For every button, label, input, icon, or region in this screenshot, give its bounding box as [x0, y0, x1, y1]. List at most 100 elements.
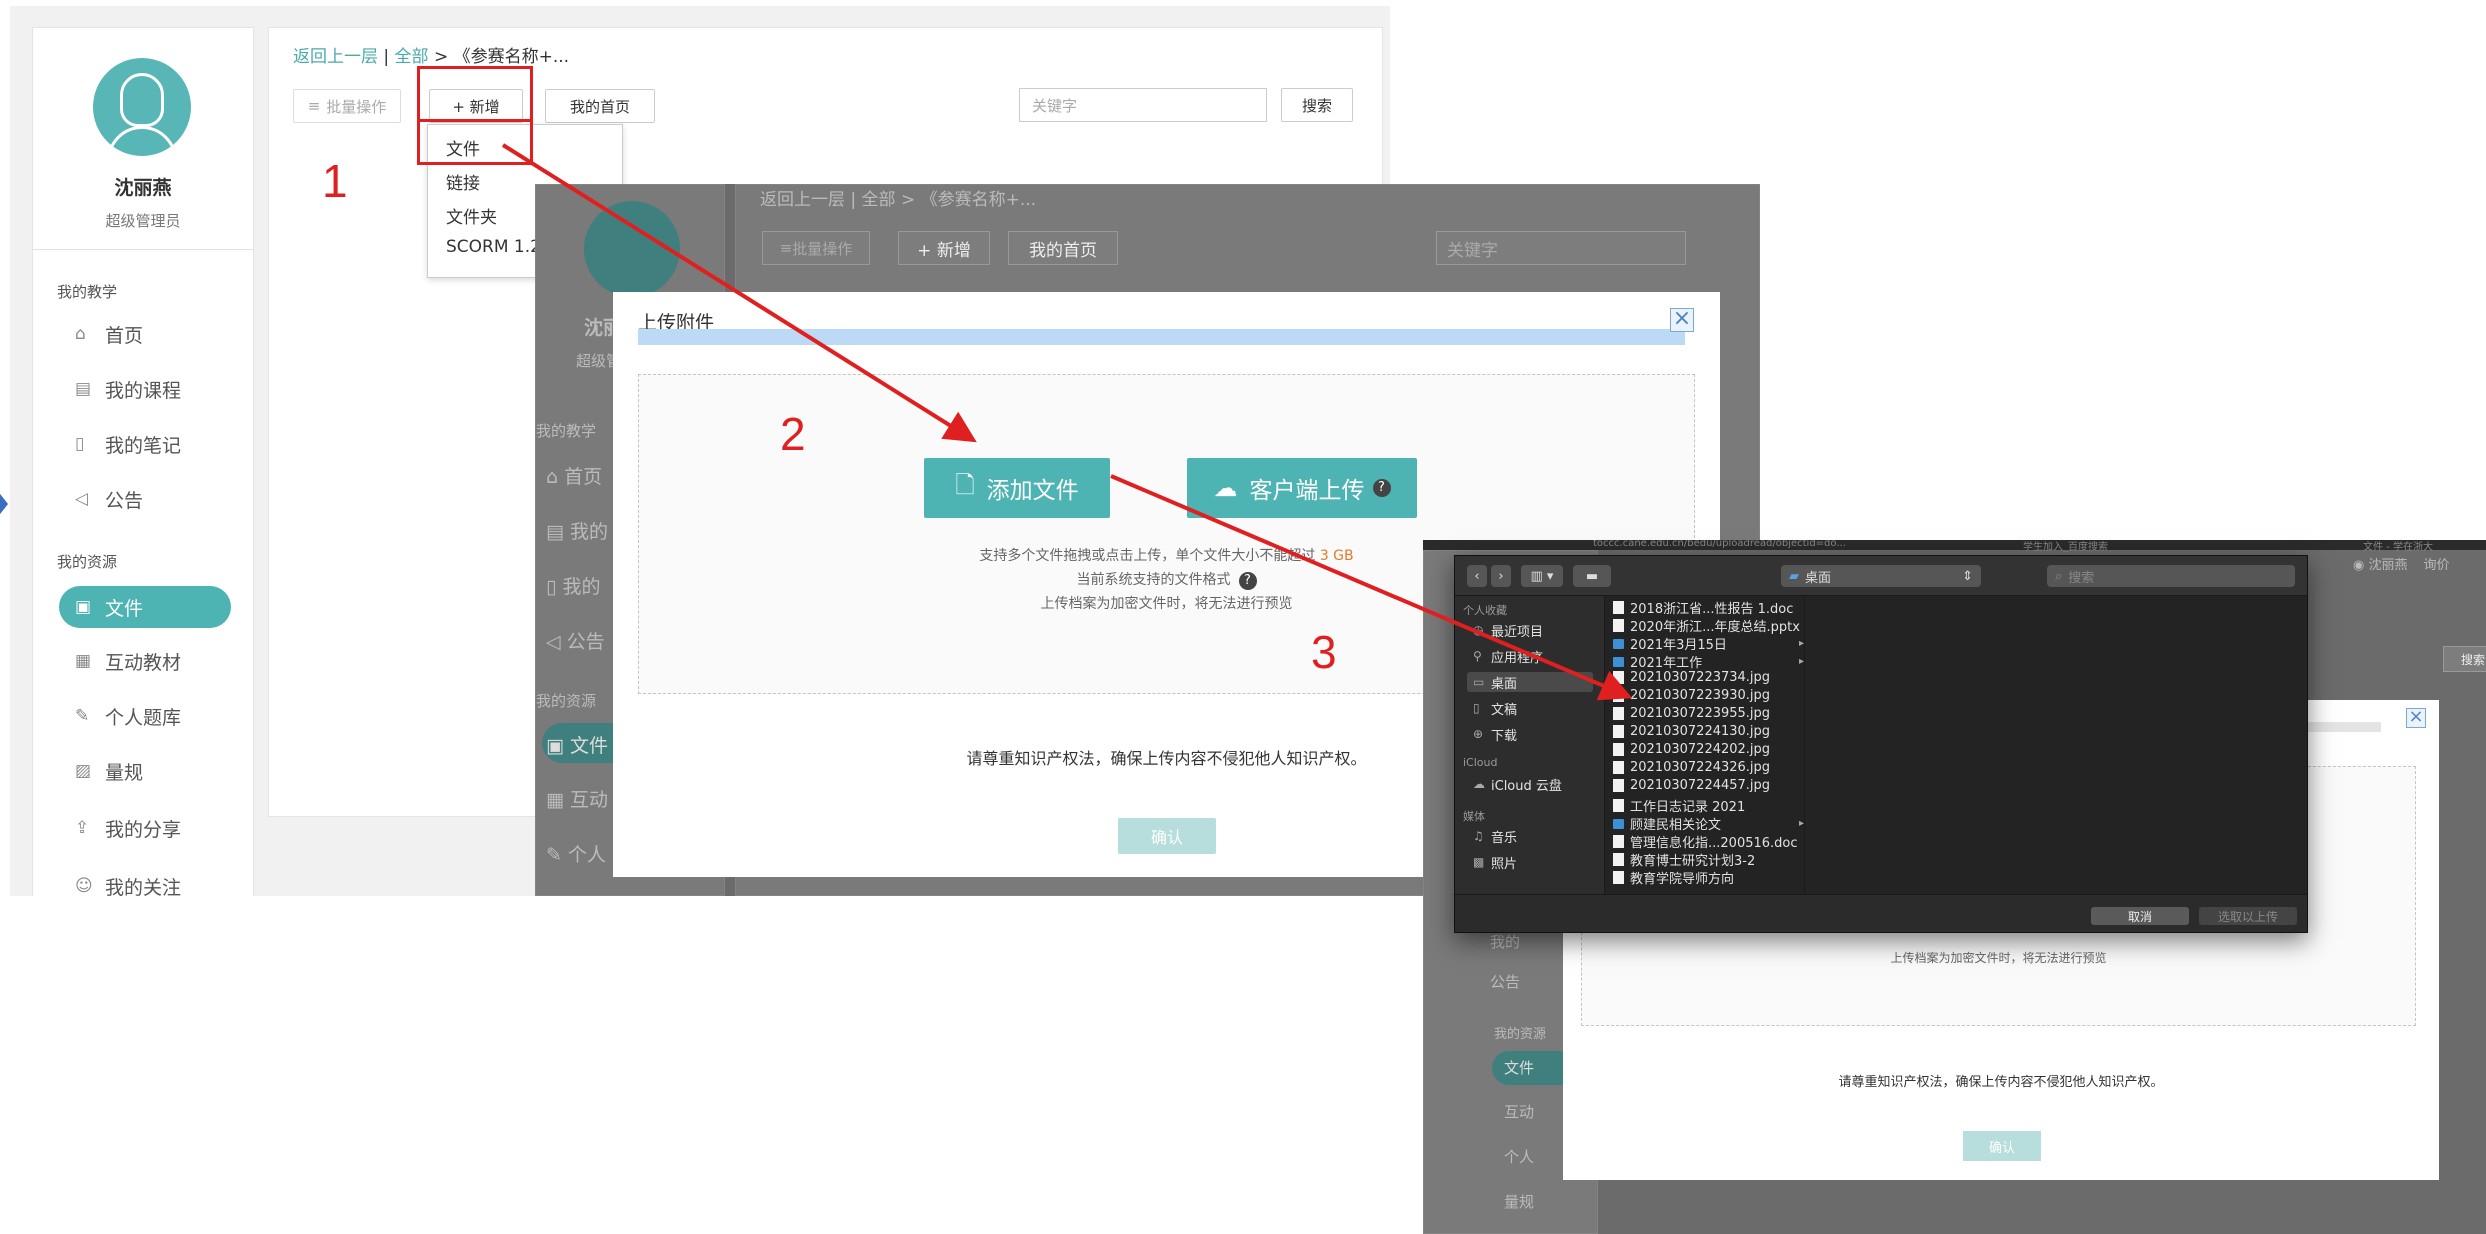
sidebar-item-files[interactable]: ▣ 文件 [546, 731, 608, 758]
sidebar-item-announcements[interactable]: ◁ 公告 [546, 627, 605, 654]
avatar[interactable] [93, 58, 191, 156]
file-item[interactable]: 20210307224326.jpg [1613, 760, 1770, 775]
document-icon [1613, 835, 1624, 848]
browser-tab[interactable]: toccc.cane.edu.cn/bedu/uploadread/object… [1593, 540, 1846, 549]
picker-item-documents[interactable]: ▯ 文稿 [1473, 698, 1599, 718]
search-button[interactable]: 搜索 [1281, 88, 1353, 122]
batch-button[interactable]: ≡ 批量操作 [293, 89, 401, 123]
sidebar-item-files[interactable]: 文件 [1504, 1057, 1534, 1078]
add-file-button[interactable]: 🗋 添加文件 [924, 458, 1110, 518]
help-icon[interactable]: ? [1238, 572, 1257, 590]
file-item[interactable]: 工作日志记录 2021 [1613, 796, 1745, 815]
picker-item-desktop[interactable]: ▭ 桌面 [1467, 672, 1593, 692]
file-item[interactable]: 20210307223955.jpg [1613, 706, 1770, 721]
picker-item-downloads[interactable]: ⊕ 下载 [1473, 724, 1599, 744]
course-icon: ▤ [546, 521, 570, 543]
picker-item-recents[interactable]: ◷ 最近项目 [1473, 620, 1599, 640]
all-link[interactable]: 全部 [862, 190, 896, 210]
desktop-icon: ▭ [1473, 675, 1485, 689]
back-link[interactable]: 返回上一层 [293, 47, 378, 67]
choose-upload-button[interactable]: 选取以上传 [2199, 907, 2297, 925]
sidebar-item-follow[interactable]: ☺ 我的关注 [59, 865, 231, 896]
sidebar-item-courses[interactable]: ▤ 我的 [546, 517, 608, 544]
folder-icon [1613, 656, 1624, 667]
search-button[interactable]: 搜索 [2443, 646, 2486, 672]
sidebar-item-rubric[interactable]: 量规 [1504, 1191, 1534, 1212]
sidebar-item-notes[interactable]: ▯ 我的 [546, 572, 601, 599]
view-mode-icon[interactable]: ▥ ▾ [1521, 565, 1563, 587]
menu-item-scorm[interactable]: SCORM 1.2 [446, 237, 541, 257]
sidebar-item-question-bank[interactable]: ✎ 个人题库 [59, 695, 231, 737]
file-item[interactable]: 20210307224202.jpg [1613, 742, 1770, 757]
file-item[interactable]: 20210307223734.jpg [1613, 670, 1770, 685]
file-item[interactable]: 2020年浙江...年度总结.pptx [1613, 616, 1800, 635]
sidebar-item-announcements[interactable]: ◁ 公告 [59, 478, 231, 520]
all-link[interactable]: 全部 [395, 47, 429, 67]
browser-tab[interactable]: 学生加入_百度搜索 [2023, 540, 2108, 553]
picker-item-music[interactable]: ♫ 音乐 [1473, 826, 1599, 846]
my-home-button[interactable]: 我的首页 [545, 89, 655, 123]
search-input[interactable]: 关键字 [1019, 88, 1267, 122]
sidebar-item-textbooks[interactable]: 互动 [1504, 1101, 1534, 1122]
location-select[interactable]: ▰ 桌面 ⇕ [1781, 565, 1981, 587]
file-plus-icon: 🗋 [955, 470, 975, 499]
batch-button[interactable]: ≡ 批量操作 [762, 231, 870, 265]
help-icon[interactable]: ? [1372, 479, 1391, 497]
file-item[interactable]: 20210307224130.jpg [1613, 724, 1770, 739]
sidebar-item-courses[interactable]: ▤ 我的课程 [59, 368, 231, 410]
sidebar-item-files[interactable]: ▣ 文件 [59, 586, 231, 628]
step-1-label: 1 [322, 155, 348, 207]
sidebar-item-home[interactable]: ⌂ 首页 [59, 313, 231, 355]
user-chip[interactable]: ◉ 沈丽燕 询价 [2353, 554, 2450, 573]
sidebar-item-rubric[interactable]: ▨ 量规 [59, 750, 231, 792]
sidebar-item-textbooks[interactable]: ▦ 互动 [546, 785, 608, 812]
picker-search-input[interactable]: ⌕ 搜索 [2047, 565, 2295, 587]
course-icon: ▤ [75, 379, 92, 399]
picker-item-icloud[interactable]: ☁ iCloud 云盘 [1473, 774, 1599, 794]
confirm-button[interactable]: 确认 [1118, 818, 1216, 854]
sidebar-item-notes[interactable]: 我的 [1490, 931, 1520, 952]
browser-tab[interactable]: 文件 - 学在浙大 [2363, 540, 2433, 553]
picker-item-applications[interactable]: ⚲ 应用程序 [1473, 646, 1599, 666]
cancel-button[interactable]: 取消 [2091, 907, 2189, 925]
file-item[interactable]: 教育学院导师方向 [1613, 868, 1734, 887]
folder-item[interactable]: 顾建民相关论文 ▸ [1613, 814, 1804, 833]
back-link[interactable]: 返回上一层 [760, 190, 845, 210]
file-item[interactable]: 2018浙江省...性报告 1.doc [1613, 598, 1793, 617]
sidebar-item-home[interactable]: ⌂ 首页 [546, 462, 602, 489]
megaphone-icon: ◁ [75, 489, 89, 509]
sidebar-divider [33, 249, 253, 250]
folder-item[interactable]: 2021年工作 ▸ [1613, 652, 1804, 671]
file-item[interactable]: 20210307223930.jpg [1613, 688, 1770, 703]
client-upload-button[interactable]: ☁ 客户端上传? [1187, 458, 1417, 518]
sidebar-item-notes[interactable]: ▯ 我的笔记 [59, 423, 231, 465]
back-icon[interactable]: ‹ [1467, 565, 1487, 587]
sidebar-item-question-bank[interactable]: ✎ 个人 [546, 840, 606, 867]
forward-icon[interactable]: › [1491, 565, 1511, 587]
search-input[interactable]: 关键字 [1436, 231, 1686, 265]
sidebar-item-share[interactable]: ⇪ 我的分享 [59, 807, 231, 849]
sidebar-item-textbooks[interactable]: ▦ 互动教材 [59, 640, 231, 682]
file-item[interactable]: 20210307224457.jpg [1613, 778, 1770, 793]
add-button[interactable]: + 新增 [898, 231, 990, 265]
photo-icon: ▩ [1473, 855, 1485, 869]
file-icon: ▣ [75, 597, 92, 617]
sidebar-item-question-bank[interactable]: 个人 [1504, 1146, 1534, 1167]
menu-item-link[interactable]: 链接 [446, 169, 480, 194]
folder-icon [1613, 638, 1624, 649]
confirm-button[interactable]: 确认 [1963, 1131, 2041, 1161]
sidebar-group-teaching: 我的教学 [57, 283, 118, 301]
file-item[interactable]: 管理信息化指...200516.doc [1613, 832, 1798, 851]
folder-item[interactable]: 2021年3月15日 ▸ [1613, 634, 1804, 653]
image-icon [1613, 761, 1624, 774]
my-home-button[interactable]: 我的首页 [1008, 231, 1118, 265]
menu-item-folder[interactable]: 文件夹 [446, 203, 497, 228]
file-item[interactable]: 教育博士研究计划3-2 [1613, 850, 1755, 869]
picker-item-photos[interactable]: ▩ 照片 [1473, 852, 1599, 872]
close-icon[interactable]: × [1670, 308, 1694, 332]
close-icon[interactable]: × [2406, 708, 2426, 728]
sidebar-group-resources: 我的资源 [1494, 1027, 1547, 1042]
folder-icon[interactable]: ▬ [1573, 565, 1611, 587]
file-list: 2018浙江省...性报告 1.doc 2020年浙江...年度总结.pptx … [1605, 596, 1805, 894]
sidebar-item-announcements[interactable]: 公告 [1490, 971, 1520, 992]
